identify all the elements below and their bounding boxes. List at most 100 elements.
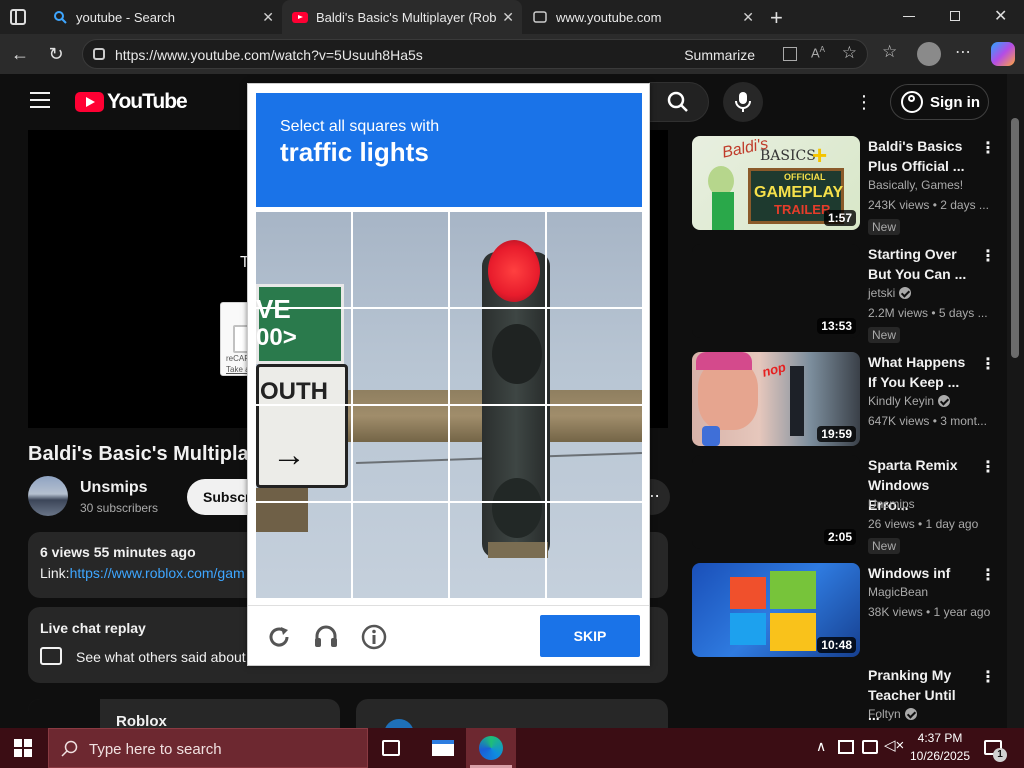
video-thumbnail[interactable]: nop 19:59 (692, 352, 860, 446)
action-menu-icon[interactable]: ⋮ (980, 457, 996, 477)
recommendation-item[interactable]: 2:05 Sparta Remix Windows Erro... Unsmip… (692, 455, 996, 555)
clock-time[interactable]: 4:37 PM (905, 731, 975, 745)
skip-button[interactable]: SKIP (540, 615, 640, 657)
refresh-icon[interactable]: ↻ (44, 42, 68, 66)
action-menu-icon[interactable]: ⋮ (980, 246, 996, 266)
read-aloud-icon[interactable]: AA (811, 45, 825, 60)
reload-icon[interactable] (266, 624, 292, 650)
tab-title: www.youtube.com (556, 9, 662, 25)
close-tab-icon[interactable]: ✕ (502, 9, 514, 26)
description-link-line: Link:https://www.roblox.com/gam (40, 565, 245, 581)
summarize-button[interactable]: Summarize (684, 47, 755, 63)
video-title[interactable]: What Happens If You Keep ... (868, 352, 968, 392)
defender-icon[interactable] (838, 740, 854, 754)
channel-name[interactable]: Kindly Keyin (868, 394, 951, 408)
page-favicon-icon (532, 9, 548, 25)
file-explorer-icon[interactable] (432, 740, 454, 756)
page-scrollbar[interactable] (1007, 74, 1024, 728)
back-icon[interactable]: ← (8, 42, 32, 66)
recommendation-item[interactable]: Baldi's BASICS + OFFICIAL GAMEPLAY TRAIL… (692, 136, 996, 236)
action-menu-icon[interactable]: ⋮ (980, 354, 996, 374)
audio-challenge-icon[interactable] (313, 624, 339, 650)
video-thumbnail[interactable]: 13:53 (692, 244, 860, 338)
verified-icon (938, 395, 951, 407)
close-window-icon[interactable]: ✕ (994, 6, 1007, 26)
close-tab-icon[interactable]: ✕ (742, 9, 754, 26)
task-view-icon[interactable] (382, 740, 400, 756)
network-icon[interactable] (862, 740, 878, 754)
hamburger-menu-icon[interactable] (30, 92, 50, 108)
recommendation-item[interactable]: Pranking My Teacher Until ... Foltyn ⋮ (692, 665, 996, 725)
scrollbar-thumb[interactable] (1011, 118, 1019, 358)
plus-icon: + (812, 140, 828, 170)
windows-start-icon[interactable] (14, 739, 32, 757)
new-tab-icon[interactable]: + (770, 5, 783, 31)
video-duration: 2:05 (823, 529, 856, 545)
tab-baldi-video[interactable]: Baldi's Basic's Multiplayer (Roblox ✕ (282, 0, 522, 34)
action-menu-icon[interactable]: ⋮ (980, 667, 996, 687)
cap-figure (696, 352, 752, 370)
close-tab-icon[interactable]: ✕ (262, 9, 274, 26)
search-button[interactable] (649, 82, 709, 122)
taskbar-search-placeholder: Type here to search (89, 741, 222, 758)
minimize-icon[interactable] (903, 16, 915, 17)
copilot-icon[interactable] (991, 42, 1015, 66)
clock-date[interactable]: 10/26/2025 (905, 749, 975, 763)
roblox-link[interactable]: https://www.roblox.com/gam (70, 565, 245, 581)
settings-more-icon[interactable]: ⋯ (955, 42, 971, 62)
recommendation-item[interactable]: 13:53 Starting Over But You Can ... jets… (692, 244, 996, 344)
tab-youtube-home[interactable]: www.youtube.com ✕ (522, 0, 762, 34)
site-info-icon[interactable] (93, 48, 105, 60)
video-title[interactable]: Starting Over But You Can ... (868, 244, 968, 284)
sign-in-button[interactable]: Sign in (890, 84, 989, 120)
restore-icon[interactable] (950, 11, 960, 21)
edge-browser-icon (479, 736, 503, 760)
channel-card[interactable] (356, 699, 668, 728)
challenge-image-grid[interactable]: VE 00> OUTH → (256, 212, 642, 598)
info-icon[interactable] (361, 624, 387, 650)
taskbar-edge-button[interactable] (466, 728, 516, 768)
show-hidden-icons-chevron[interactable]: ∧ (816, 738, 826, 755)
thumb-official-text: OFFICIAL (784, 172, 826, 182)
favorites-icon[interactable]: ☆ (882, 42, 897, 62)
windows-logo-red (730, 577, 766, 609)
volume-muted-icon[interactable]: ◁× (884, 736, 904, 754)
channel-name[interactable]: Basically, Games! (868, 178, 963, 192)
game-card[interactable]: Roblox (28, 699, 340, 728)
channel-name[interactable]: Foltyn (868, 707, 917, 721)
channel-name-text: jetski (868, 286, 896, 300)
channel-name[interactable]: Unsmips (868, 497, 915, 511)
tab-youtube-search[interactable]: youtube - Search ✕ (42, 0, 282, 34)
voice-search-button[interactable] (723, 82, 763, 122)
video-thumbnail[interactable]: 10:48 (692, 563, 860, 657)
channel-name[interactable]: MagicBean (868, 585, 928, 599)
video-thumbnail[interactable]: 2:05 (692, 455, 860, 549)
profile-avatar[interactable] (917, 42, 941, 66)
channel-avatar[interactable] (28, 476, 68, 516)
subscriber-count: 30 subscribers (80, 501, 159, 515)
channel-name[interactable]: jetski (868, 286, 912, 300)
sign-text-1: VE (256, 294, 291, 324)
action-menu-icon[interactable]: ⋮ (980, 565, 996, 585)
recommendation-item[interactable]: 10:48 Windows inf MagicBean 38K views • … (692, 563, 996, 663)
channel-name[interactable]: Unsmips (80, 479, 148, 497)
recommendation-item[interactable]: nop 19:59 What Happens If You Keep ... K… (692, 352, 996, 452)
video-thumbnail[interactable]: Baldi's BASICS + OFFICIAL GAMEPLAY TRAIL… (692, 136, 860, 230)
taskbar-search-box[interactable]: Type here to search (48, 728, 368, 768)
address-bar[interactable]: https://www.youtube.com/watch?v=5Usuuh8H… (82, 39, 868, 69)
app-available-icon[interactable] (783, 47, 797, 61)
settings-kebab-icon[interactable]: ⋮ (855, 92, 873, 113)
channel-name-text: Kindly Keyin (868, 394, 935, 408)
action-menu-icon[interactable]: ⋮ (980, 138, 996, 158)
video-stats: 2.2M views • 5 days ... (868, 306, 988, 320)
video-title[interactable]: Baldi's Basics Plus Official ... (868, 136, 968, 176)
tab-actions-icon[interactable] (10, 9, 26, 25)
traffic-light-bottom (488, 542, 548, 558)
url-text[interactable]: https://www.youtube.com/watch?v=5Usuuh8H… (115, 47, 423, 63)
favorite-star-icon[interactable]: ☆ (842, 43, 857, 63)
video-stats: 243K views • 2 days ... (868, 198, 989, 212)
youtube-logo[interactable]: YouTube (75, 90, 188, 114)
video-title[interactable]: Windows inf (868, 563, 968, 583)
windows-logo-green (770, 571, 816, 609)
notification-badge: 1 (993, 748, 1007, 762)
